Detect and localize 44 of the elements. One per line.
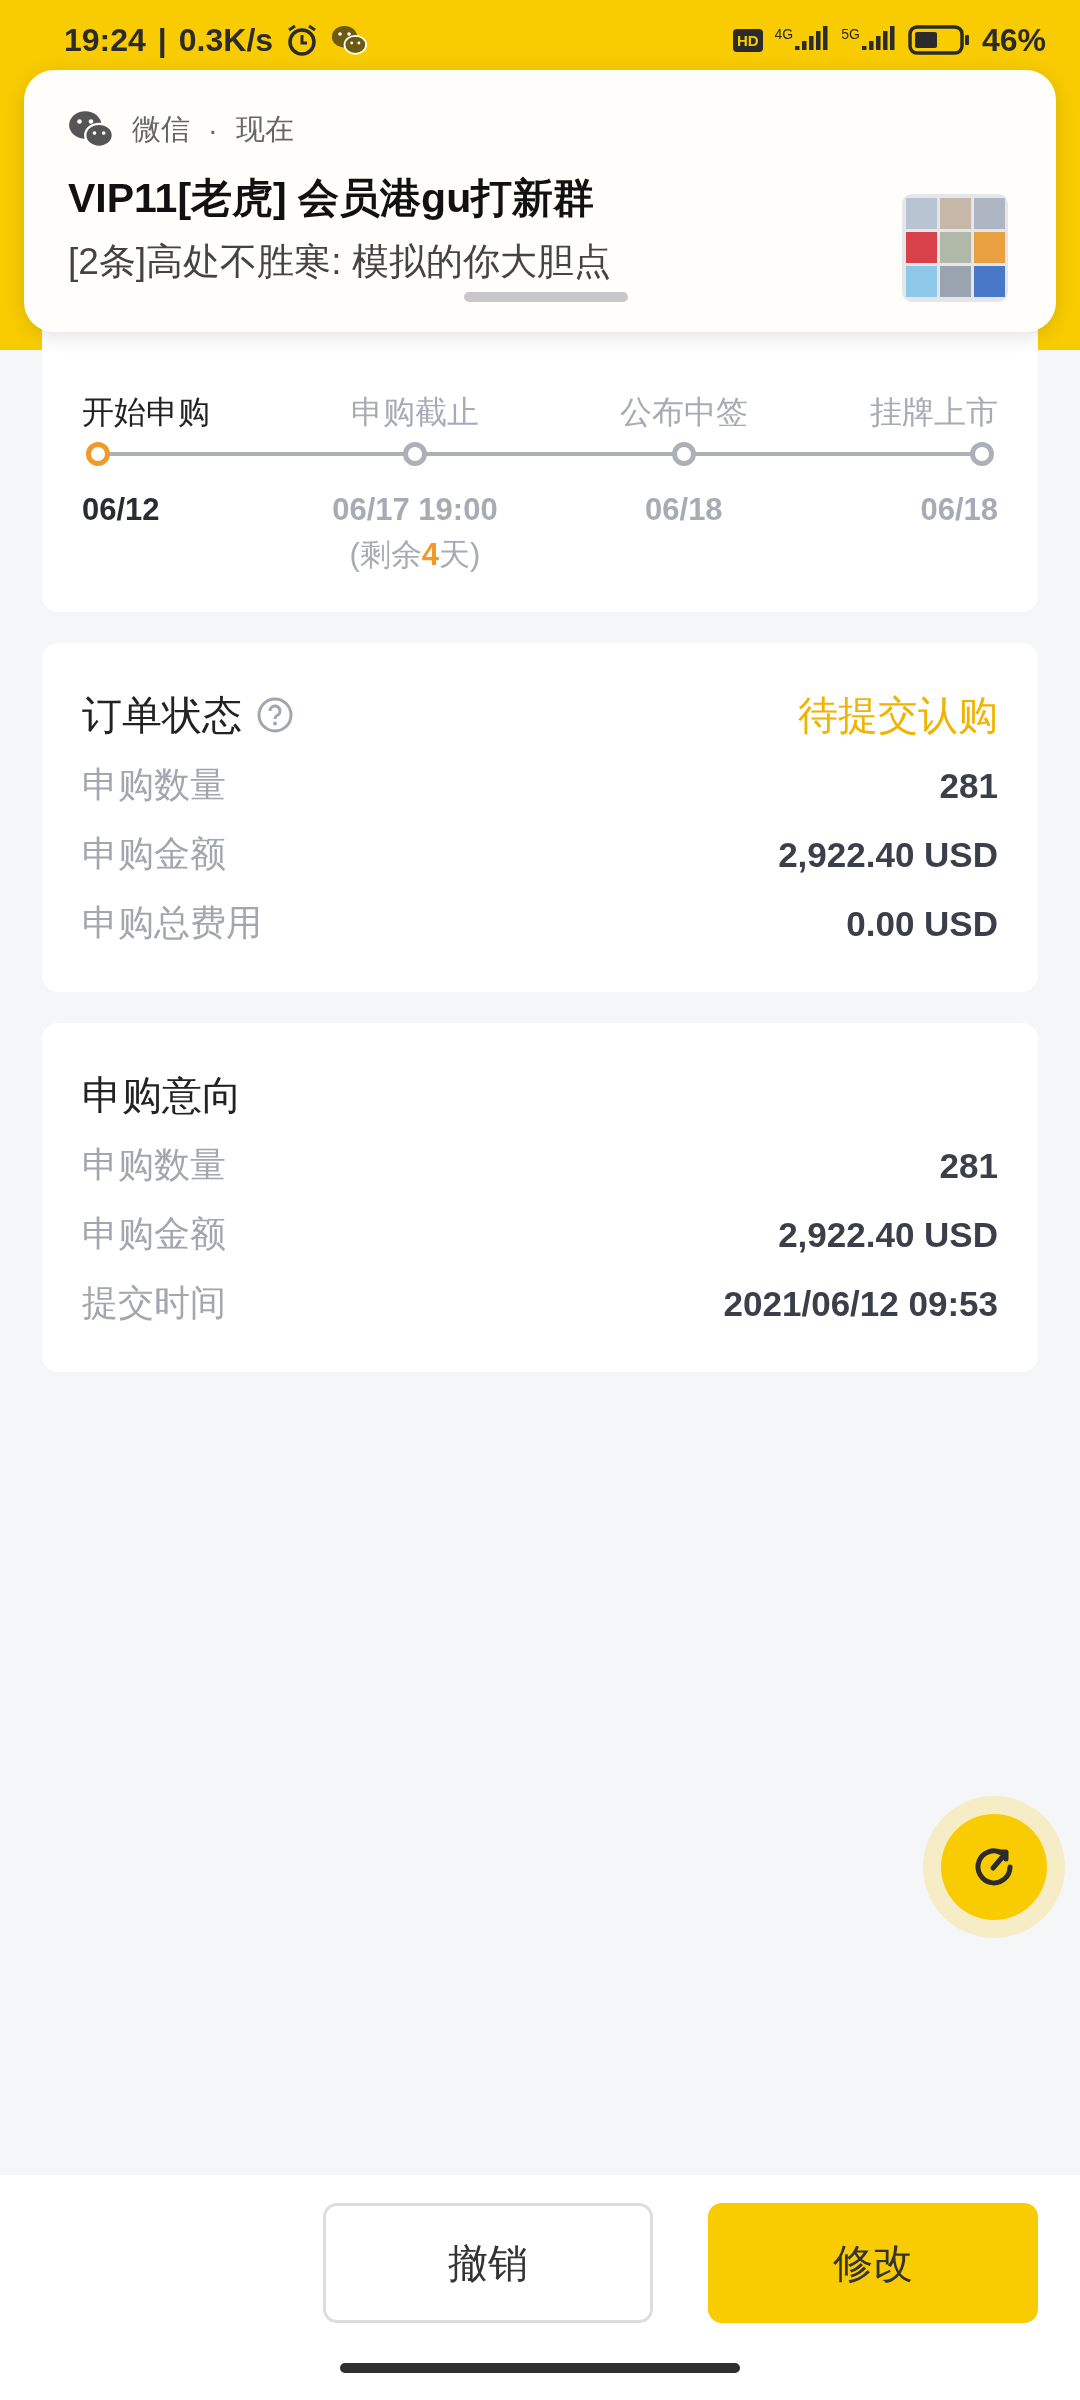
order-status: 待提交认购 <box>798 691 998 739</box>
refresh-button[interactable] <box>941 1814 1047 1920</box>
field-label: 申购总费用 <box>82 901 262 945</box>
step-label: 挂牌上市 <box>870 393 998 432</box>
notification-time: 现在 <box>235 112 294 147</box>
clock-time: 19:24 <box>64 21 146 59</box>
modify-button[interactable]: 修改 <box>708 2203 1038 2323</box>
field-label: 申购金额 <box>82 1212 226 1256</box>
drag-handle[interactable] <box>464 292 628 302</box>
help-icon[interactable] <box>256 696 294 734</box>
step-date: 06/18 <box>920 491 998 529</box>
step-label: 申购截止 <box>350 393 479 432</box>
step-date: 06/12 <box>82 491 160 529</box>
field-value: 0.00 USD <box>846 903 998 944</box>
days-remaining: (剩余4天) <box>349 536 481 574</box>
wechat-icon <box>331 24 368 56</box>
network-type: 5G <box>841 26 860 42</box>
field-value: 281 <box>939 1145 998 1186</box>
step-date: 06/17 19:00 <box>332 491 498 529</box>
notification-message: [2条]高处不胜寒: 模拟的你大胆点 <box>68 240 612 284</box>
step-label: 公布中签 <box>619 393 748 432</box>
battery-icon <box>907 25 970 55</box>
hd-badge: HD <box>732 28 763 52</box>
notification-title: VIP11[老虎] 会员港gu打新群 <box>68 174 596 223</box>
section-title: 订单状态 <box>82 691 242 739</box>
field-value: 2,922.40 USD <box>778 1214 998 1255</box>
divider: | <box>157 21 167 59</box>
network-speed: 0.3K/s <box>178 21 274 59</box>
field-label: 申购数量 <box>82 1143 226 1187</box>
section-title: 申购意向 <box>82 1071 242 1119</box>
cancel-button[interactable]: 撤销 <box>323 2203 653 2323</box>
app-name: 微信 <box>132 112 190 147</box>
field-label: 申购数量 <box>82 763 226 807</box>
separator-dot: · <box>208 113 218 147</box>
network-type: 4G <box>774 26 794 42</box>
field-value: 2,922.40 USD <box>778 834 998 875</box>
field-label: 提交时间 <box>82 1281 226 1325</box>
step-date: 06/18 <box>645 491 723 529</box>
field-label: 申购金额 <box>82 832 226 876</box>
field-value: 281 <box>939 765 998 806</box>
battery-level: 46% <box>981 21 1046 59</box>
field-value: 2021/06/12 09:53 <box>723 1283 998 1324</box>
step-label: 开始申购 <box>82 393 210 432</box>
notification-banner[interactable]: 微信 · 现在 VIP11[老虎] 会员港gu打新群 [2条]高处不胜寒: 模拟的你大胆点 <box>24 70 1056 332</box>
